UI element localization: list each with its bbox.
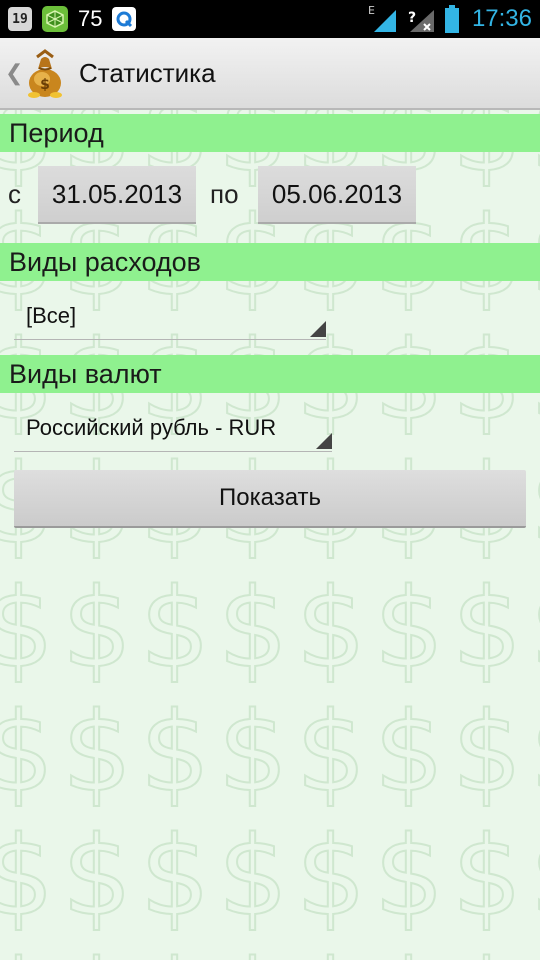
- svg-text:$: $: [40, 77, 50, 93]
- currency-types-spinner[interactable]: Российский рубль - RUR: [14, 404, 332, 452]
- q-app-icon: [112, 7, 137, 31]
- no-data-signal-icon: ?: [406, 6, 436, 32]
- from-date-button[interactable]: 31.05.2013: [38, 166, 196, 224]
- money-bag-icon[interactable]: $: [23, 47, 67, 99]
- expense-types-header: Виды расходов: [0, 243, 540, 281]
- action-bar[interactable]: ❮ $ Статистика: [0, 38, 540, 110]
- dropdown-triangle-icon: [310, 321, 326, 337]
- show-button[interactable]: Показать: [14, 470, 526, 528]
- status-number: 75: [78, 6, 103, 31]
- content-area: $ Период с 31.05.2013 по 05.06.2013 Виды…: [0, 110, 540, 960]
- page-title: Статистика: [79, 57, 216, 88]
- expense-types-spinner[interactable]: [Все]: [14, 292, 326, 340]
- dollar-pattern-background: $: [0, 110, 540, 960]
- cube-app-icon: [42, 6, 68, 32]
- expense-types-selected: [Все]: [26, 302, 77, 328]
- chevron-left-icon[interactable]: ❮: [5, 61, 23, 86]
- battery-icon: [444, 5, 460, 33]
- svg-text:?: ?: [408, 10, 416, 26]
- period-header: Период: [0, 114, 540, 152]
- status-clock: 17:36: [471, 5, 532, 32]
- dropdown-triangle-icon: [316, 433, 332, 449]
- currency-types-selected: Российский рубль - RUR: [26, 414, 277, 440]
- to-label: по: [210, 179, 239, 209]
- from-label: с: [8, 179, 21, 209]
- status-bar: 19 75 E ? 17:36: [0, 0, 540, 38]
- notification-calendar-icon: 19: [8, 7, 32, 31]
- currency-types-header: Виды валют: [0, 355, 540, 393]
- to-date-button[interactable]: 05.06.2013: [258, 166, 416, 224]
- signal-strength-icon: E: [368, 4, 398, 32]
